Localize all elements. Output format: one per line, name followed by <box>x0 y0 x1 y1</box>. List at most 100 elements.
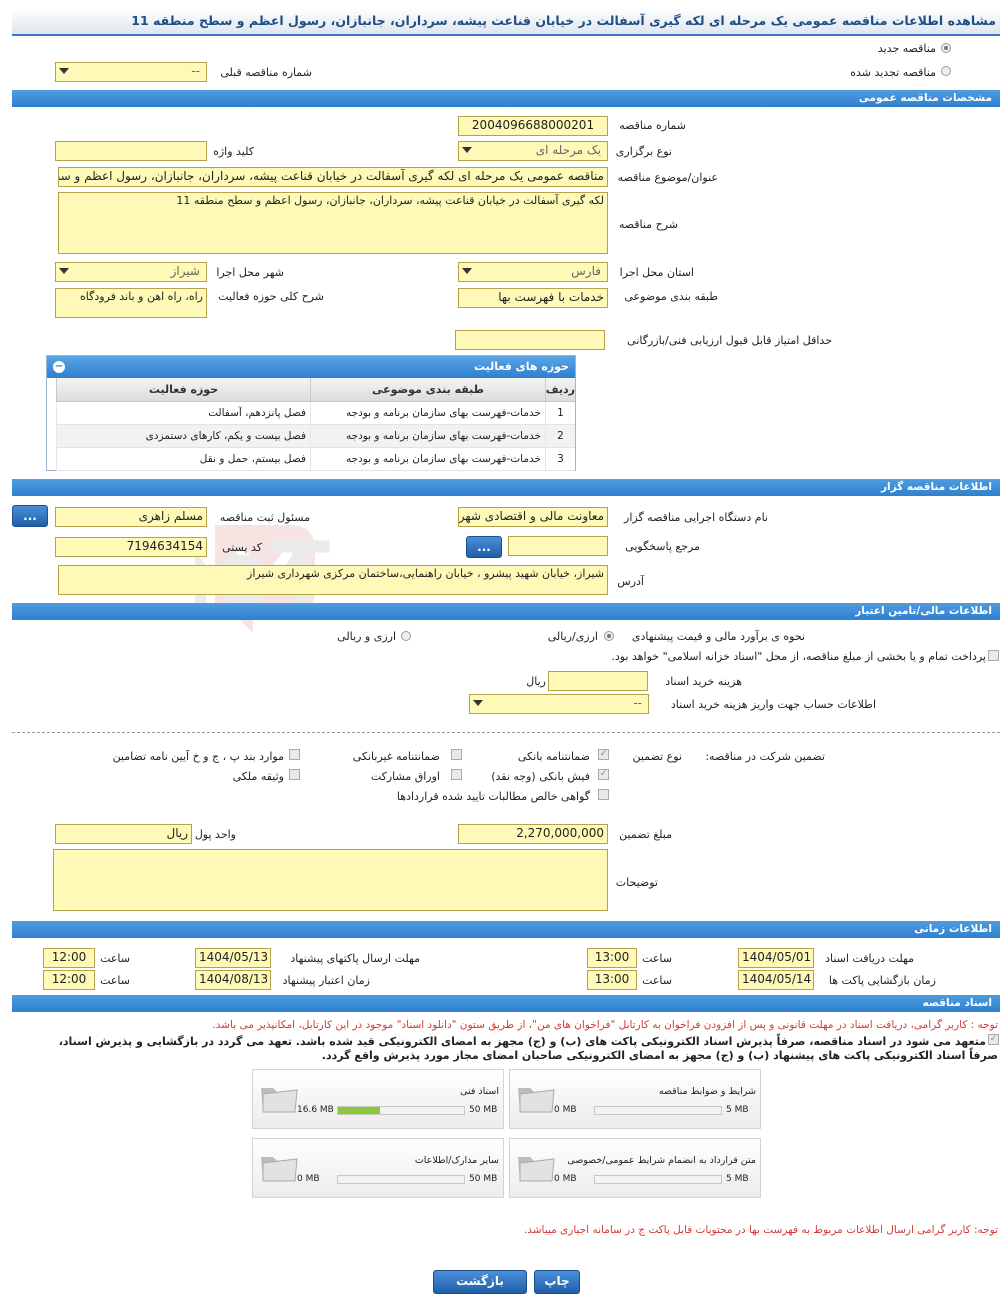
print-button[interactable]: چاپ <box>534 1270 580 1294</box>
opening-date[interactable]: 1404/05/14 <box>738 970 814 990</box>
bank-receipt-checkbox[interactable]: ✓ <box>598 769 609 780</box>
reference-more-button[interactable]: ... <box>466 536 502 558</box>
doc-receive-date[interactable]: 1404/05/01 <box>738 948 814 968</box>
holding-type-select[interactable]: یک مرحله ای <box>458 141 608 161</box>
description-label: شرح مناقصه <box>618 218 678 231</box>
doc-receive-time[interactable]: 13:00 <box>587 948 637 968</box>
article-items-label: موارد بند پ ، ج و خ آیین نامه تضامین <box>112 750 284 763</box>
treasury-checkbox[interactable] <box>988 650 999 661</box>
address-field[interactable]: شیراز، خیابان شهید پیشرو ، خیابان راهنما… <box>58 565 608 595</box>
participation-bonds-label: اوراق مشارکت <box>370 770 440 783</box>
account-select[interactable]: -- <box>469 694 649 714</box>
article-items-checkbox[interactable] <box>289 749 300 760</box>
page-title: مشاهده اطلاعات مناقصه عمومی یک مرحله ای … <box>12 8 1000 36</box>
doc-max-size: 5 MB <box>726 1174 749 1184</box>
back-button[interactable]: بازگشت <box>433 1270 527 1294</box>
reference-label: مرجع پاسخگویی <box>625 540 700 553</box>
bank-receipt-label: فیش بانکی (وجه نقد) <box>491 770 590 783</box>
activities-title: حوزه های فعالیت <box>474 360 569 373</box>
reference-field[interactable] <box>508 536 608 556</box>
collapse-icon[interactable]: − <box>53 361 65 373</box>
account-label: اطلاعات حساب جهت واریز هزینه خرید اسناد <box>670 698 876 711</box>
holding-type-label: نوع برگزاری <box>615 145 672 158</box>
tender-number-field[interactable]: 2004096688000201 <box>458 116 608 136</box>
cell-row: 1 <box>545 402 575 425</box>
notes-field[interactable] <box>53 849 608 911</box>
divider <box>12 732 1000 733</box>
doc-cost-field[interactable] <box>548 671 648 691</box>
min-score-field[interactable] <box>455 330 605 350</box>
doc-name: شرایط و ضوابط مناقصه <box>658 1086 756 1097</box>
registrar-field[interactable]: مسلم زاهری <box>55 507 207 527</box>
doc-max-size: 50 MB <box>469 1105 498 1115</box>
new-tender-radio[interactable] <box>941 43 951 53</box>
doc-current-size: 16.6 MB <box>297 1105 334 1115</box>
folder-icon <box>518 1157 555 1182</box>
doc-card-technical[interactable]: اسناد فنی 50 MB 16.6 MB <box>252 1069 504 1129</box>
progress-bar <box>594 1106 722 1115</box>
keyword-field[interactable] <box>55 141 207 161</box>
progress-bar <box>337 1175 465 1184</box>
registrar-more-button[interactable]: ... <box>12 505 48 527</box>
section-financial: اطلاعات مالی/تامین اعتبار <box>12 603 1000 620</box>
treasury-text: پرداخت تمام و یا بخشی از مبلغ مناقصه، از… <box>611 650 986 663</box>
keyword-label: کلید واژه <box>213 145 254 158</box>
cell-row: 2 <box>545 425 575 448</box>
validity-time[interactable]: 12:00 <box>43 970 95 990</box>
non-bank-guarantee-checkbox[interactable] <box>451 749 462 760</box>
doc-card-terms[interactable]: شرایط و ضوابط مناقصه 5 MB 0 MB <box>509 1069 761 1129</box>
folder-icon <box>261 1157 298 1182</box>
category-field[interactable]: خدمات با فهرست بها <box>458 288 608 308</box>
participation-label: تضمین شرکت در مناقصه: <box>705 750 825 763</box>
bank-guarantee-checkbox[interactable]: ✓ <box>598 749 609 760</box>
validity-label: زمان اعتبار پیشنهاد <box>282 974 370 987</box>
org-name-field[interactable]: معاونت مالی و اقتصادی شهرداری شیراز <box>458 507 608 527</box>
chevron-down-icon <box>473 700 483 706</box>
doc-card-other[interactable]: سایر مدارک/اطلاعات 50 MB 0 MB <box>252 1138 504 1198</box>
chevron-down-icon <box>59 268 69 274</box>
currency-field[interactable]: ریال <box>55 824 192 844</box>
description-field[interactable]: لکه گیری آسفالت در خیابان قناعت پیشه، سر… <box>58 192 608 254</box>
renewed-tender-radio[interactable] <box>941 66 951 76</box>
send-deadline-time[interactable]: 12:00 <box>43 948 95 968</box>
section-organizer: اطلاعات مناقصه گزار <box>12 479 1000 496</box>
net-claims-checkbox[interactable] <box>598 789 609 800</box>
validity-date[interactable]: 1404/08/13 <box>195 970 271 990</box>
province-select[interactable]: فارس <box>458 262 608 282</box>
currency-rial-radio[interactable] <box>604 631 614 641</box>
send-deadline-date[interactable]: 1404/05/13 <box>195 948 271 968</box>
activity-scope-field[interactable]: راه، راه اهن و باند فرودگاه <box>55 288 207 318</box>
activities-header: حوزه های فعالیت − <box>47 356 575 378</box>
property-collateral-checkbox[interactable] <box>289 769 300 780</box>
subject-field[interactable]: مناقصه عمومی یک مرحله ای لکه گیری آسفالت… <box>58 167 608 187</box>
doc-current-size: 0 MB <box>554 1174 577 1184</box>
currency-label: واحد پول <box>194 828 236 841</box>
currency-and-rial-radio[interactable] <box>401 631 411 641</box>
doc-current-size: 0 MB <box>297 1174 320 1184</box>
participation-bonds-checkbox[interactable] <box>451 769 462 780</box>
new-tender-label: مناقصه جدید <box>877 42 936 55</box>
currency-rial-label: ارزی/ریالی <box>547 630 598 643</box>
chevron-down-icon <box>462 147 472 153</box>
amount-label: مبلغ تضمین <box>619 828 672 841</box>
amount-field[interactable]: 2,270,000,000 <box>458 824 608 844</box>
activity-scope-label: شرح کلی حوزه فعالیت <box>218 290 324 303</box>
doc-card-contract[interactable]: متن قرارداد به انضمام شرایط عمومی/خصوصی … <box>509 1138 761 1198</box>
cell-field: فصل بیست و یکم، کارهای دستمزدی <box>56 425 310 448</box>
postal-field[interactable]: 7194634154 <box>55 537 207 557</box>
org-name-label: نام دستگاه اجرایی مناقصه گزار <box>624 511 768 524</box>
folder-icon <box>518 1088 555 1113</box>
bank-guarantee-label: ضمانتنامه بانکی <box>517 750 590 763</box>
section-timing: اطلاعات زمانی <box>12 921 1000 938</box>
prev-number-select[interactable]: -- <box>55 62 207 82</box>
city-select[interactable]: شیراز <box>55 262 207 282</box>
opening-time-label: ساعت <box>642 974 672 987</box>
col-field: حوزه فعالیت <box>56 378 310 402</box>
commitment-checkbox[interactable]: ✓ <box>988 1034 999 1045</box>
col-row: ردیف <box>545 378 575 402</box>
notes-label: توضیحات <box>615 876 658 889</box>
commitment-text-1: متعهد می شود در اسناد مناقصه، صرفاً پذیر… <box>58 1035 986 1048</box>
doc-max-size: 50 MB <box>469 1174 498 1184</box>
opening-time[interactable]: 13:00 <box>587 970 637 990</box>
prev-number-label: شماره مناقصه قبلی <box>220 66 312 79</box>
